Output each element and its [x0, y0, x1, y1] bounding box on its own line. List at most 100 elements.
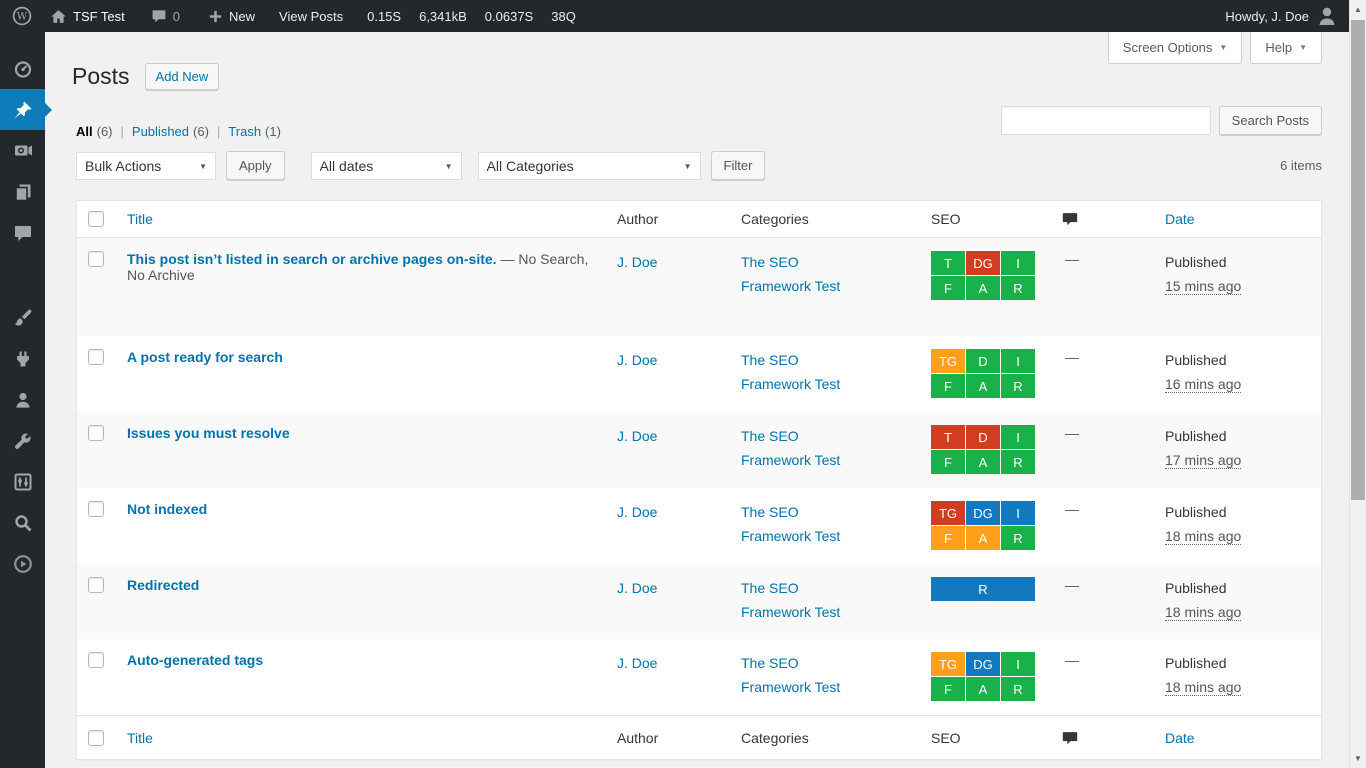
sidebar-item-settings[interactable]	[0, 461, 45, 502]
vertical-scrollbar[interactable]: ▲ ▼	[1349, 0, 1366, 768]
search-posts-button[interactable]: Search Posts	[1219, 106, 1322, 135]
sidebar-item-posts[interactable]	[0, 89, 45, 130]
post-title-link[interactable]: This post isn’t listed in search or arch…	[127, 251, 497, 267]
sidebar-item-search[interactable]	[0, 502, 45, 543]
row-checkbox[interactable]	[88, 652, 104, 668]
seo-badges: TGDGIFAR	[931, 501, 1035, 550]
column-header-date[interactable]: Date	[1155, 211, 1321, 227]
column-header-categories: Categories	[731, 211, 921, 227]
post-title-link[interactable]: A post ready for search	[127, 349, 283, 365]
column-footer-categories: Categories	[731, 730, 921, 746]
chevron-down-icon: ▼	[1299, 43, 1307, 52]
comment-bubble-icon	[1061, 729, 1079, 747]
perf-queries: 38Q	[542, 0, 585, 32]
sidebar-item-users[interactable]	[0, 379, 45, 420]
post-category-link[interactable]: The SEO Framework Test	[741, 655, 840, 695]
sidebar-item-tools[interactable]	[0, 420, 45, 461]
column-header-title[interactable]: Title	[117, 211, 607, 227]
seo-badges: TDGIFAR	[931, 251, 1035, 300]
comment-count-dash: —	[1051, 349, 1155, 365]
post-category-link[interactable]: The SEO Framework Test	[741, 352, 840, 392]
post-author-link[interactable]: J. Doe	[617, 352, 657, 368]
user-icon	[13, 390, 33, 410]
row-checkbox[interactable]	[88, 425, 104, 441]
row-checkbox[interactable]	[88, 501, 104, 517]
help-button[interactable]: Help ▼	[1250, 32, 1322, 64]
comments-icon	[13, 223, 33, 243]
sidebar-item-media[interactable]	[0, 130, 45, 171]
post-title-link[interactable]: Issues you must resolve	[127, 425, 290, 441]
sidebar-item-extension[interactable]	[0, 543, 45, 584]
site-menu[interactable]: TSF Test	[41, 0, 134, 32]
media-icon	[13, 141, 33, 161]
new-content-menu[interactable]: New	[199, 0, 264, 32]
comment-count-dash: —	[1051, 425, 1155, 441]
filter-button[interactable]: Filter	[711, 151, 766, 180]
bulk-actions-select[interactable]: Bulk Actions	[76, 152, 216, 180]
seo-badge: TG	[931, 349, 965, 373]
chevron-down-icon: ▼	[1219, 43, 1227, 52]
post-author-link[interactable]: J. Doe	[617, 504, 657, 520]
scrollbar-thumb[interactable]	[1351, 20, 1365, 500]
column-footer-date[interactable]: Date	[1155, 730, 1321, 746]
sidebar-item-dashboard[interactable]	[0, 48, 45, 89]
column-footer-seo: SEO	[921, 730, 1051, 746]
view-link[interactable]: All	[76, 124, 93, 139]
view-link[interactable]: Trash	[228, 124, 261, 139]
column-footer-title[interactable]: Title	[117, 730, 607, 746]
dates-select[interactable]: All dates	[311, 152, 462, 180]
view-filter-item: Trash (1)	[209, 124, 281, 139]
row-checkbox[interactable]	[88, 251, 104, 267]
comment-count-dash: —	[1051, 251, 1155, 267]
seo-badge: I	[1001, 251, 1035, 275]
post-category-link[interactable]: The SEO Framework Test	[741, 580, 840, 620]
view-count: (6)	[193, 124, 209, 139]
categories-select[interactable]: All Categories	[478, 152, 701, 180]
post-title-link[interactable]: Auto-generated tags	[127, 652, 263, 668]
row-checkbox[interactable]	[88, 349, 104, 365]
seo-badge: R	[1001, 374, 1035, 398]
view-count: (6)	[97, 124, 113, 139]
sidebar-item-pages[interactable]	[0, 171, 45, 212]
seo-badge: TG	[931, 652, 965, 676]
post-category-link[interactable]: The SEO Framework Test	[741, 254, 840, 294]
sidebar-item-plugins[interactable]	[0, 338, 45, 379]
row-checkbox[interactable]	[88, 577, 104, 593]
post-author-link[interactable]: J. Doe	[617, 428, 657, 444]
sidebar-item-comments[interactable]	[0, 212, 45, 253]
scroll-down-arrow-icon[interactable]: ▼	[1350, 754, 1366, 763]
post-status: Published	[1165, 652, 1313, 676]
seo-badge: A	[966, 450, 1000, 474]
post-category-link[interactable]: The SEO Framework Test	[741, 504, 840, 544]
add-new-button[interactable]: Add New	[145, 63, 220, 90]
post-title-link[interactable]: Not indexed	[127, 501, 207, 517]
select-all-checkbox[interactable]	[88, 730, 104, 746]
apply-button[interactable]: Apply	[226, 151, 285, 180]
content-area: Screen Options ▼ Help ▼ Posts Add New Se…	[45, 32, 1349, 768]
view-link[interactable]: Published	[132, 124, 189, 139]
comment-count-dash: —	[1051, 652, 1155, 668]
scroll-up-arrow-icon[interactable]: ▲	[1350, 5, 1366, 14]
my-account-menu[interactable]: Howdy, J. Doe	[1216, 0, 1349, 32]
comments-menu[interactable]: 0	[142, 0, 189, 32]
select-all-checkbox[interactable]	[88, 211, 104, 227]
seo-badge: DG	[966, 501, 1000, 525]
view-posts-link[interactable]: View Posts	[270, 0, 352, 32]
plug-icon	[13, 349, 33, 369]
seo-badges: TGDGIFAR	[931, 652, 1035, 701]
post-author-link[interactable]: J. Doe	[617, 580, 657, 596]
post-title-link[interactable]: Redirected	[127, 577, 199, 593]
screen-meta-links: Screen Options ▼ Help ▼	[1108, 32, 1322, 64]
wordpress-logo-icon[interactable]: W	[0, 0, 41, 32]
post-category-link[interactable]: The SEO Framework Test	[741, 428, 840, 468]
post-state-dash: —	[500, 251, 514, 267]
search-input[interactable]	[1001, 106, 1211, 135]
pages-icon	[13, 182, 33, 202]
post-author-link[interactable]: J. Doe	[617, 254, 657, 270]
sidebar-item-appearance[interactable]	[0, 297, 45, 338]
screen-options-button[interactable]: Screen Options ▼	[1108, 32, 1243, 64]
column-header-author: Author	[607, 211, 731, 227]
post-author-link[interactable]: J. Doe	[617, 655, 657, 671]
post-status: Published	[1165, 349, 1313, 373]
column-footer-comments	[1051, 729, 1155, 747]
